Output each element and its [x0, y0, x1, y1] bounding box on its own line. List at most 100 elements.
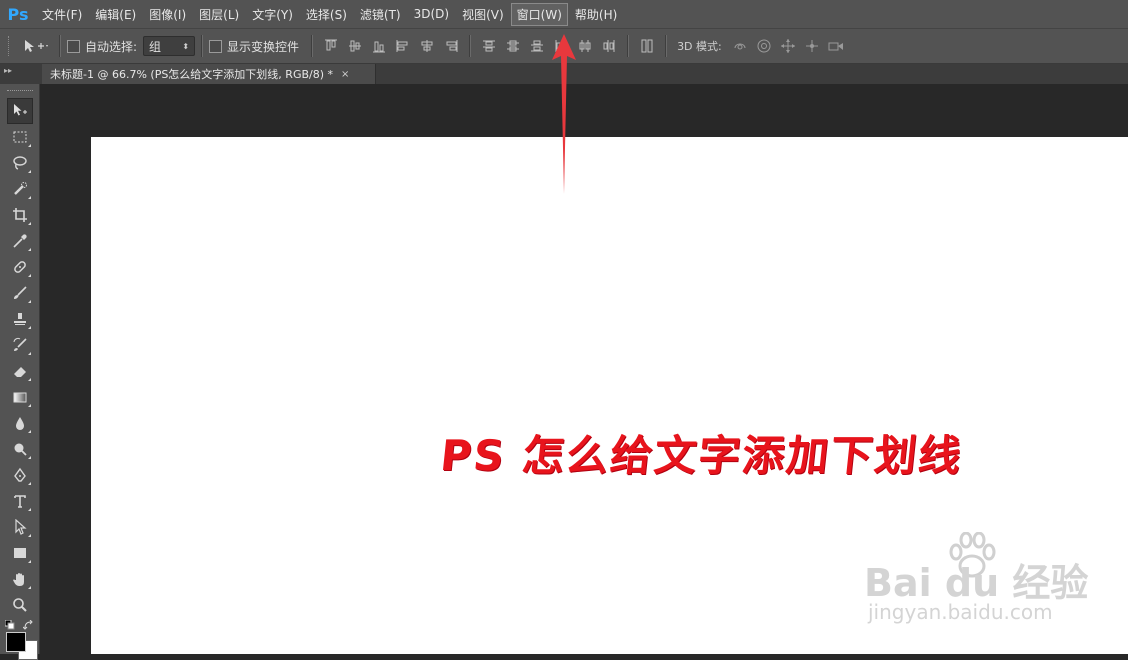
dodge-tool[interactable] — [7, 436, 33, 462]
distribute-bottom-icon[interactable] — [529, 38, 545, 54]
distribute-vcenter-icon[interactable] — [505, 38, 521, 54]
hand-tool[interactable] — [7, 566, 33, 592]
align-hcenter-icon[interactable] — [419, 38, 435, 54]
align-group — [323, 38, 459, 54]
document-tab[interactable]: 未标题-1 @ 66.7% (PS怎么给文字添加下划线, RGB/8) * × — [42, 64, 376, 84]
dodge-icon — [14, 443, 27, 456]
tools-panel — [0, 84, 40, 660]
stamp-icon — [13, 313, 26, 325]
menu-help[interactable]: 帮助(H) — [569, 3, 623, 26]
tool-flyout-indicator — [27, 430, 31, 433]
align-bottom-icon[interactable] — [371, 38, 387, 54]
distribute-top-icon[interactable] — [481, 38, 497, 54]
menu-type[interactable]: 文字(Y) — [246, 3, 299, 26]
3d-pan-icon[interactable] — [780, 38, 796, 54]
tool-flyout-indicator — [27, 586, 31, 589]
color-swatches — [0, 618, 40, 660]
gradient-tool[interactable] — [7, 384, 33, 410]
default-colors-icon[interactable] — [5, 620, 15, 630]
tool-flyout-indicator — [27, 508, 31, 511]
align-vcenter-icon[interactable] — [347, 38, 363, 54]
tool-flyout-indicator — [27, 326, 31, 329]
menu-edit[interactable]: 编辑(E) — [89, 3, 142, 26]
tool-flyout-indicator — [27, 300, 31, 303]
healing-brush-tool[interactable] — [7, 254, 33, 280]
menu-3d[interactable]: 3D(D) — [408, 4, 455, 24]
type-tool[interactable] — [7, 488, 33, 514]
separator — [59, 35, 61, 57]
updown-arrow-icon: ⬍ — [182, 41, 190, 51]
type-icon — [13, 495, 26, 508]
menu-file[interactable]: 文件(F) — [36, 3, 88, 26]
move-tool[interactable] — [6, 98, 33, 124]
marquee-tool[interactable] — [7, 124, 33, 150]
menu-view[interactable]: 视图(V) — [456, 3, 510, 26]
3d-scale-icon[interactable] — [828, 38, 844, 54]
3d-rotate-icon[interactable] — [732, 38, 748, 54]
baidu-jingyan-watermark: Bai du 经验 jingyan.baidu.com — [864, 532, 1088, 632]
quick-selection-tool[interactable] — [7, 176, 33, 202]
photoshop-logo: Ps — [7, 4, 29, 24]
move-tool-icon — [25, 40, 48, 52]
zoom-tool[interactable] — [7, 592, 33, 618]
watermark-url: jingyan.baidu.com — [868, 600, 1053, 624]
collapse-panel-icon[interactable]: ▸▸ — [4, 66, 12, 75]
crop-tool[interactable] — [7, 202, 33, 228]
distribute-right-icon[interactable] — [601, 38, 617, 54]
menu-filter[interactable]: 滤镜(T) — [354, 3, 407, 26]
eraser-tool[interactable] — [7, 358, 33, 384]
align-right-icon[interactable] — [443, 38, 459, 54]
swap-colors-icon[interactable] — [23, 620, 33, 630]
close-icon[interactable]: × — [341, 69, 349, 80]
separator — [311, 35, 314, 57]
brush-tool[interactable] — [7, 280, 33, 306]
clone-stamp-tool[interactable] — [7, 306, 33, 332]
menu-select[interactable]: 选择(S) — [300, 3, 353, 26]
pen-tool[interactable] — [7, 462, 33, 488]
transform-controls-checkbox[interactable] — [209, 39, 223, 53]
watermark-brand: Bai du 经验 — [864, 561, 1089, 605]
menu-window[interactable]: 窗口(W) — [510, 2, 568, 26]
separator — [469, 35, 472, 57]
history-brush-tool[interactable] — [7, 332, 33, 358]
tool-flyout-indicator — [27, 274, 31, 277]
transform-controls-label: 显示变换控件 — [227, 39, 300, 54]
auto-select-label: 自动选择: — [85, 39, 138, 54]
document-tab-title: 未标题-1 @ 66.7% (PS怎么给文字添加下划线, RGB/8) * — [50, 68, 334, 81]
separator — [665, 35, 668, 57]
options-grip[interactable] — [8, 36, 13, 56]
auto-align-layers-icon[interactable] — [639, 38, 655, 54]
menu-layer[interactable]: 图层(L) — [193, 3, 245, 26]
tool-flyout-indicator — [27, 560, 31, 563]
rectangle-icon — [13, 548, 26, 558]
3d-slide-icon[interactable] — [804, 38, 820, 54]
eraser-icon — [13, 367, 26, 377]
tool-flyout-indicator — [27, 222, 31, 225]
tool-flyout-indicator — [27, 482, 31, 485]
tool-flyout-indicator — [27, 456, 31, 459]
path-selection-icon — [14, 519, 27, 535]
gradient-icon — [13, 392, 26, 403]
zoom-icon — [12, 598, 27, 612]
tool-flyout-indicator — [27, 404, 31, 407]
tool-flyout-indicator — [27, 170, 31, 173]
3d-roll-icon[interactable] — [756, 38, 772, 54]
tools-panel-grip[interactable] — [6, 90, 33, 94]
tool-flyout-indicator — [27, 378, 31, 381]
foreground-color-swatch[interactable] — [6, 632, 26, 652]
separator — [627, 35, 630, 57]
auto-select-dropdown[interactable]: 组 ⬍ — [143, 36, 196, 56]
auto-select-value: 组 — [149, 39, 162, 54]
rectangle-tool[interactable] — [7, 540, 33, 566]
tool-preset-picker[interactable] — [19, 35, 53, 57]
auto-select-checkbox[interactable] — [67, 39, 80, 53]
lasso-tool[interactable] — [7, 150, 33, 176]
menu-image[interactable]: 图像(I) — [143, 3, 192, 26]
align-left-icon[interactable] — [395, 38, 411, 54]
path-selection-tool[interactable] — [7, 514, 33, 540]
blur-tool[interactable] — [7, 410, 33, 436]
tool-flyout-indicator — [27, 248, 31, 251]
align-top-icon[interactable] — [323, 38, 339, 54]
eyedropper-tool[interactable] — [7, 228, 33, 254]
menu-bar: Ps 文件(F) 编辑(E) 图像(I) 图层(L) 文字(Y) 选择(S) 滤… — [0, 0, 1128, 28]
